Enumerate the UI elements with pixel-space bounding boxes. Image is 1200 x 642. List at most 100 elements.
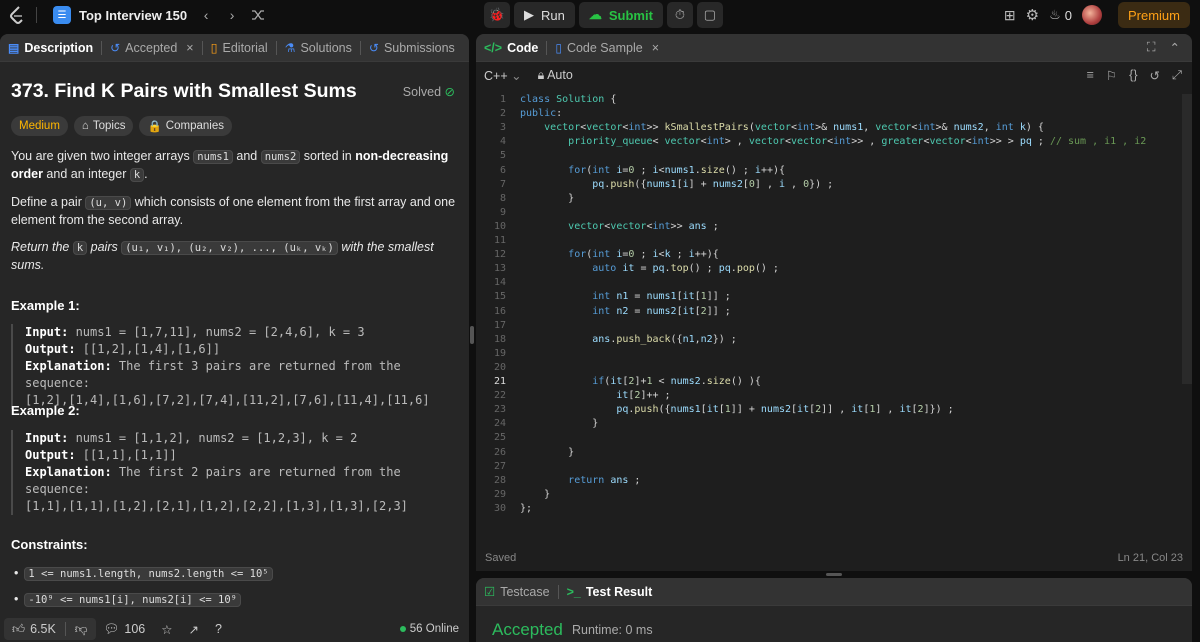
- leetcode-logo[interactable]: [8, 6, 26, 24]
- tab-label: Testcase: [500, 584, 550, 599]
- lock-icon: 🔒: [147, 121, 162, 133]
- next-problem-button[interactable]: ›: [219, 2, 245, 28]
- code-line[interactable]: }: [520, 193, 574, 204]
- description-tabbar: ▤ Description ↺ Accepted × ▯ Editorial ⚗…: [0, 34, 469, 62]
- share-icon[interactable]: ↗: [180, 622, 206, 637]
- code-line[interactable]: priority_queue< vector<int> , vector<vec…: [520, 136, 1146, 147]
- tab-accepted[interactable]: ↺ Accepted ×: [102, 34, 202, 62]
- line-number: 30: [493, 502, 506, 514]
- bookmark-icon[interactable]: ⚐: [1106, 68, 1117, 83]
- description-paragraph-2: Define a pair (u, v) which consists of o…: [11, 195, 456, 227]
- line-number: 13: [493, 263, 506, 275]
- topbar-right: ⊞ ⚙ ♨ 0 Premium: [1004, 2, 1200, 28]
- avatar[interactable]: [1081, 5, 1102, 25]
- run-button[interactable]: ▶ Run: [514, 2, 575, 28]
- code-line[interactable]: pq.push({nums1[i] + nums2[0] , i , 0}) ;: [520, 179, 833, 190]
- code-icon: </>: [484, 40, 503, 55]
- code-panel: </> Code ▯ Code Sample × ⛶ ⌃ C++ ⌄ 🔒︎ Au…: [476, 34, 1192, 571]
- tab-test-result[interactable]: >_ Test Result: [559, 578, 661, 606]
- horizontal-splitter[interactable]: [826, 573, 842, 576]
- tab-label: Description: [24, 40, 94, 55]
- line-number: 26: [493, 446, 506, 458]
- settings-gear-icon[interactable]: ⚙: [1026, 6, 1039, 24]
- language-select[interactable]: C++ ⌄: [484, 68, 522, 83]
- code-line[interactable]: vector<vector<int>> kSmallestPairs(vecto…: [520, 122, 1044, 133]
- layout-grid-icon[interactable]: ⊞: [1004, 7, 1016, 24]
- format-icon[interactable]: ≡: [1087, 68, 1094, 83]
- notes-icon[interactable]: ▢: [696, 2, 723, 28]
- line-number: 5: [499, 150, 506, 162]
- terminal-icon: >_: [566, 584, 581, 599]
- streak-button[interactable]: ♨ 0: [1049, 7, 1072, 23]
- code-editor[interactable]: 1 class Solution {2 public: 3 vector<vector…: [476, 94, 1192, 524]
- help-icon[interactable]: ?: [207, 622, 230, 636]
- tab-code[interactable]: </> Code: [476, 34, 546, 62]
- problem-title[interactable]: 373. Find K Pairs with Smallest Sums: [11, 80, 357, 103]
- tab-editorial[interactable]: ▯ Editorial: [203, 34, 276, 62]
- editor-toolbar: C++ ⌄ 🔒︎ Auto ≡ ⚐ {} ↺ ⤢: [476, 62, 1192, 88]
- code-line[interactable]: for(int i=0 ; i<nums1.size() ; i++){: [520, 165, 785, 176]
- expand-icon[interactable]: ⤢: [1172, 68, 1182, 83]
- line-number: 10: [493, 220, 506, 232]
- test-tabbar: ☑ Testcase >_ Test Result: [476, 578, 1192, 606]
- play-icon: ▶: [524, 7, 534, 22]
- line-number: 14: [493, 277, 506, 289]
- code-line[interactable]: ans.push_back({n1,n2}) ;: [520, 334, 737, 345]
- problem-list-title[interactable]: Top Interview 150: [79, 8, 187, 23]
- shuffle-button[interactable]: [245, 2, 271, 28]
- mode-select[interactable]: 🔒︎ Auto: [538, 68, 573, 83]
- companies-button[interactable]: 🔒 Companies: [139, 116, 232, 136]
- line-number: 27: [493, 460, 506, 472]
- code-line[interactable]: return ans ;: [520, 475, 640, 486]
- tab-description[interactable]: ▤ Description: [0, 34, 101, 62]
- code-line[interactable]: }: [520, 489, 550, 500]
- code-line[interactable]: class Solution {: [520, 94, 616, 105]
- code-tabbar: </> Code ▯ Code Sample × ⛶ ⌃: [476, 34, 1192, 62]
- code-line[interactable]: if(it[2]+1 < nums2.size() ){: [520, 376, 761, 387]
- thumbs-down-icon[interactable]: 👎︎: [75, 622, 88, 637]
- tag-icon: ⌂: [81, 120, 89, 132]
- line-number: 19: [493, 347, 506, 359]
- line-number: 15: [493, 291, 506, 303]
- premium-button[interactable]: Premium: [1117, 2, 1190, 28]
- line-number: 8: [499, 192, 506, 204]
- tab-testcase[interactable]: ☑ Testcase: [476, 578, 558, 606]
- tab-code-sample[interactable]: ▯ Code Sample ×: [547, 34, 667, 62]
- problem-list-icon[interactable]: ☰: [53, 6, 71, 24]
- code-line[interactable]: int n2 = nums2[it[2]] ;: [520, 306, 731, 317]
- code-line[interactable]: auto it = pq.top() ; pq.pop() ;: [520, 263, 779, 274]
- reset-icon[interactable]: ↺: [1150, 68, 1160, 83]
- solved-label: Solved: [402, 85, 442, 99]
- code-line[interactable]: }: [520, 447, 574, 458]
- braces-icon[interactable]: {}: [1129, 68, 1137, 83]
- prev-problem-button[interactable]: ‹: [193, 2, 219, 28]
- code-line[interactable]: pq.push({nums1[it[1]] + nums2[it[2]] , i…: [520, 404, 953, 415]
- close-icon[interactable]: ×: [652, 41, 659, 55]
- close-icon[interactable]: ×: [186, 41, 193, 55]
- star-icon[interactable]: ☆: [153, 622, 180, 637]
- code-line[interactable]: vector<vector<int>> ans ;: [520, 221, 719, 232]
- code-line[interactable]: it[2]++ ;: [520, 390, 670, 401]
- code-line[interactable]: };: [520, 503, 532, 514]
- maximize-icon[interactable]: ⛶: [1147, 40, 1156, 55]
- code-line[interactable]: }: [520, 418, 598, 429]
- vertical-splitter[interactable]: [470, 326, 474, 344]
- line-number: 25: [493, 432, 506, 444]
- solved-status: Solved ⊘: [403, 84, 455, 99]
- online-dot-icon: [399, 625, 406, 632]
- code-line[interactable]: for(int i=0 ; i<k ; i++){: [520, 249, 719, 260]
- topics-button[interactable]: ⌂ Topics: [73, 116, 134, 136]
- debug-icon[interactable]: 🐞: [484, 2, 510, 28]
- tab-solutions[interactable]: ⚗ Solutions: [277, 34, 360, 62]
- tab-submissions[interactable]: ↺ Submissions: [361, 34, 463, 62]
- submit-button[interactable]: ☁ Submit: [578, 2, 663, 28]
- run-label: Run: [541, 7, 565, 23]
- like-button[interactable]: 👍︎ 6.5K 👎︎: [4, 618, 96, 640]
- code-line[interactable]: public:: [520, 108, 562, 119]
- collapse-icon[interactable]: ⌃: [1170, 40, 1180, 55]
- difficulty-badge: Medium: [11, 116, 68, 136]
- code-line[interactable]: int n1 = nums1[it[1]] ;: [520, 291, 731, 302]
- timer-icon[interactable]: ⏱: [666, 2, 693, 28]
- scrollbar[interactable]: [1182, 94, 1192, 384]
- comments-button[interactable]: 💬︎ 106: [96, 622, 154, 637]
